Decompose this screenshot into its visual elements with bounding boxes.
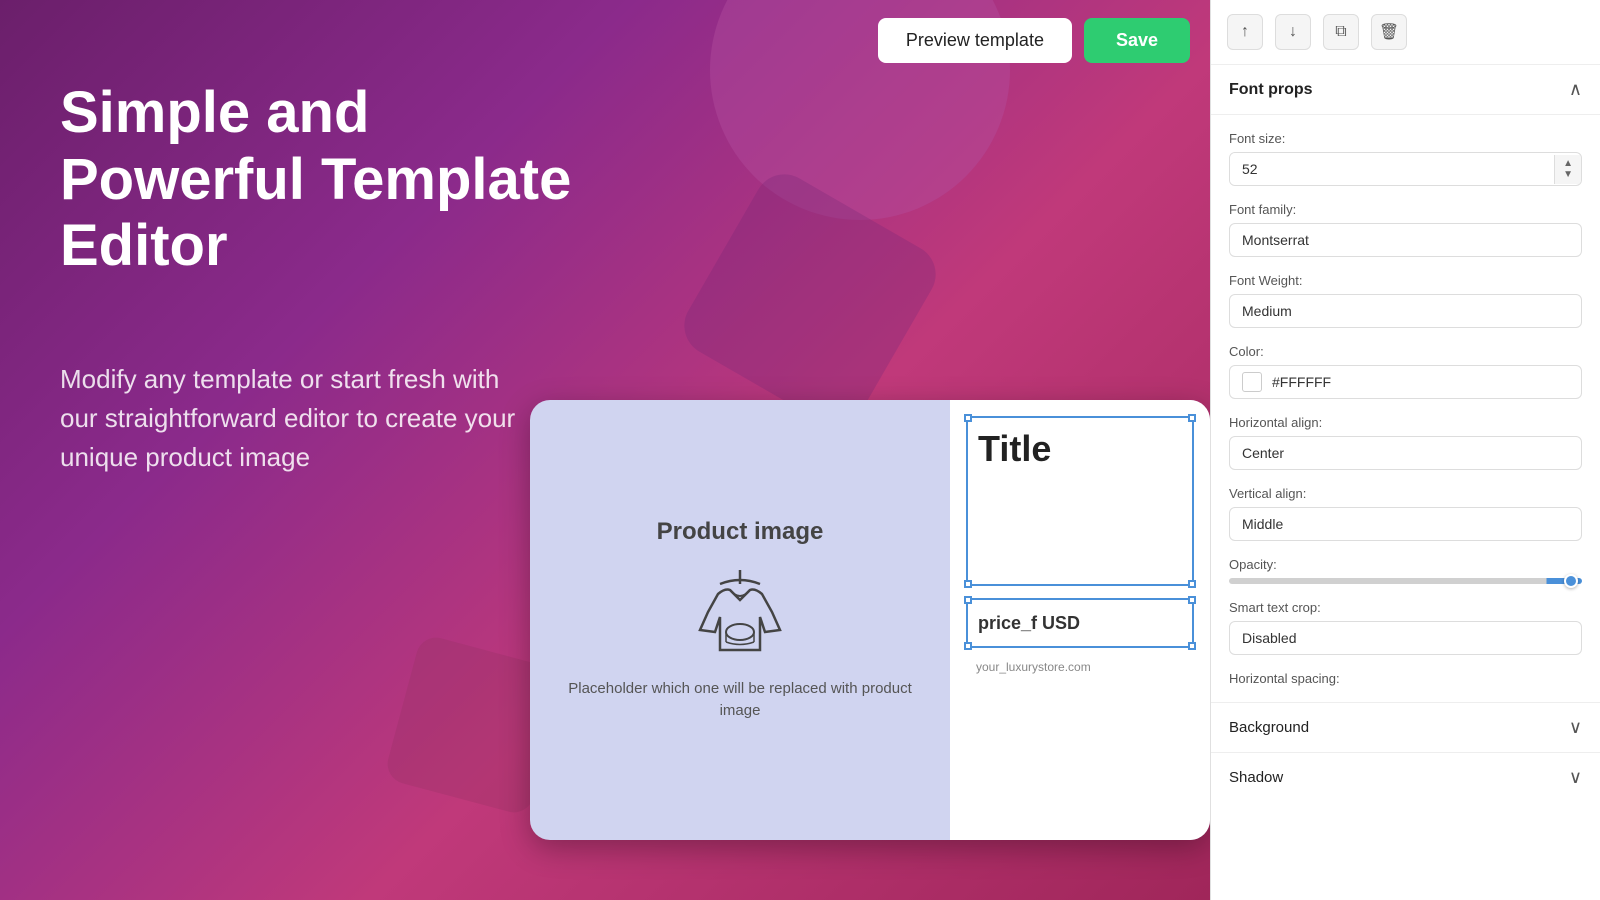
smart-text-crop-input[interactable] [1229, 621, 1582, 655]
font-props-container: Font size: ▲ ▼ Font family: Font Weight:… [1211, 115, 1600, 702]
move-down-button[interactable]: ↓ [1275, 14, 1311, 50]
move-up-button[interactable]: ↑ [1227, 14, 1263, 50]
spinner-down: ▼ [1563, 170, 1573, 180]
horizontal-align-input[interactable] [1229, 436, 1582, 470]
font-weight-input[interactable] [1229, 294, 1582, 328]
font-size-spinner[interactable]: ▲ ▼ [1554, 155, 1581, 184]
top-bar: Preview template Save [0, 0, 1210, 80]
horizontal-align-row: Horizontal align: [1229, 415, 1582, 470]
background-collapse-button[interactable]: ∨ [1569, 717, 1582, 738]
slider-thumb [1564, 574, 1578, 588]
delete-button[interactable]: 🗑 [1371, 14, 1407, 50]
vertical-align-input[interactable] [1229, 507, 1582, 541]
smart-text-crop-row: Smart text crop: [1229, 600, 1582, 655]
panel-toolbar: ↑ ↓ ⧉ 🗑 [1211, 0, 1600, 65]
opacity-slider-container [1229, 578, 1582, 584]
handle-br [1188, 580, 1196, 588]
background-label: Background [1229, 719, 1309, 736]
vertical-align-row: Vertical align: [1229, 486, 1582, 541]
font-props-collapse-button[interactable]: ∧ [1569, 79, 1582, 100]
price-handle-tl [964, 596, 972, 604]
save-button[interactable]: Save [1084, 18, 1190, 63]
preview-template-button[interactable]: Preview template [878, 18, 1072, 63]
title-element-box[interactable]: Title [966, 416, 1194, 586]
opacity-row: Opacity: [1229, 557, 1582, 584]
handle-tl [964, 414, 972, 422]
hero-section: Simple and Powerful Template Editor Modi… [60, 80, 610, 477]
handle-bl [964, 580, 972, 588]
font-family-input[interactable] [1229, 223, 1582, 257]
background-section[interactable]: Background ∨ [1211, 702, 1600, 752]
color-picker-row[interactable]: #FFFFFF [1229, 365, 1582, 399]
price-element-text: price_f USD [978, 613, 1080, 634]
url-text: your_luxurystore.com [966, 660, 1194, 674]
font-weight-row: Font Weight: [1229, 273, 1582, 328]
opacity-slider[interactable] [1229, 578, 1582, 584]
font-size-row: Font size: ▲ ▼ [1229, 131, 1582, 186]
font-size-input-wrapper: ▲ ▼ [1229, 152, 1582, 186]
price-handle-tr [1188, 596, 1196, 604]
copy-button[interactable]: ⧉ [1323, 14, 1359, 50]
font-family-row: Font family: [1229, 202, 1582, 257]
shadow-collapse-button[interactable]: ∨ [1569, 767, 1582, 788]
right-panel: ↑ ↓ ⧉ 🗑 Font props ∧ Font size: ▲ ▼ Font… [1210, 0, 1600, 900]
font-size-input[interactable] [1230, 153, 1554, 185]
opacity-label: Opacity: [1229, 557, 1582, 572]
spinner-up: ▲ [1563, 159, 1573, 169]
color-value-text: #FFFFFF [1272, 374, 1331, 390]
smart-text-crop-label: Smart text crop: [1229, 600, 1582, 615]
hero-subtitle: Modify any template or start fresh with … [60, 360, 530, 477]
hoodie-icon [690, 562, 790, 662]
font-props-title: Font props [1229, 81, 1313, 99]
template-right-panel: Title price_f USD your_luxurystore.com [950, 400, 1210, 840]
color-swatch [1242, 372, 1262, 392]
shadow-label: Shadow [1229, 769, 1283, 786]
shadow-section[interactable]: Shadow ∨ [1211, 752, 1600, 802]
color-row: Color: #FFFFFF [1229, 344, 1582, 399]
horizontal-spacing-label: Horizontal spacing: [1229, 671, 1582, 686]
title-element-text: Title [978, 428, 1051, 470]
font-props-header[interactable]: Font props ∧ [1211, 65, 1600, 115]
font-family-label: Font family: [1229, 202, 1582, 217]
font-weight-label: Font Weight: [1229, 273, 1582, 288]
template-card: Product image Placeholder which one will… [530, 400, 1210, 840]
horizontal-align-label: Horizontal align: [1229, 415, 1582, 430]
price-handle-bl [964, 642, 972, 650]
main-canvas: Preview template Save Simple and Powerfu… [0, 0, 1210, 900]
vertical-align-label: Vertical align: [1229, 486, 1582, 501]
font-size-label: Font size: [1229, 131, 1582, 146]
price-handle-br [1188, 642, 1196, 650]
placeholder-text: Placeholder which one will be replaced w… [560, 678, 920, 723]
product-image-label: Product image [657, 518, 824, 546]
price-element-box[interactable]: price_f USD [966, 598, 1194, 648]
hero-title: Simple and Powerful Template Editor [60, 80, 610, 280]
handle-tr [1188, 414, 1196, 422]
color-label: Color: [1229, 344, 1582, 359]
horizontal-spacing-row: Horizontal spacing: [1229, 671, 1582, 686]
